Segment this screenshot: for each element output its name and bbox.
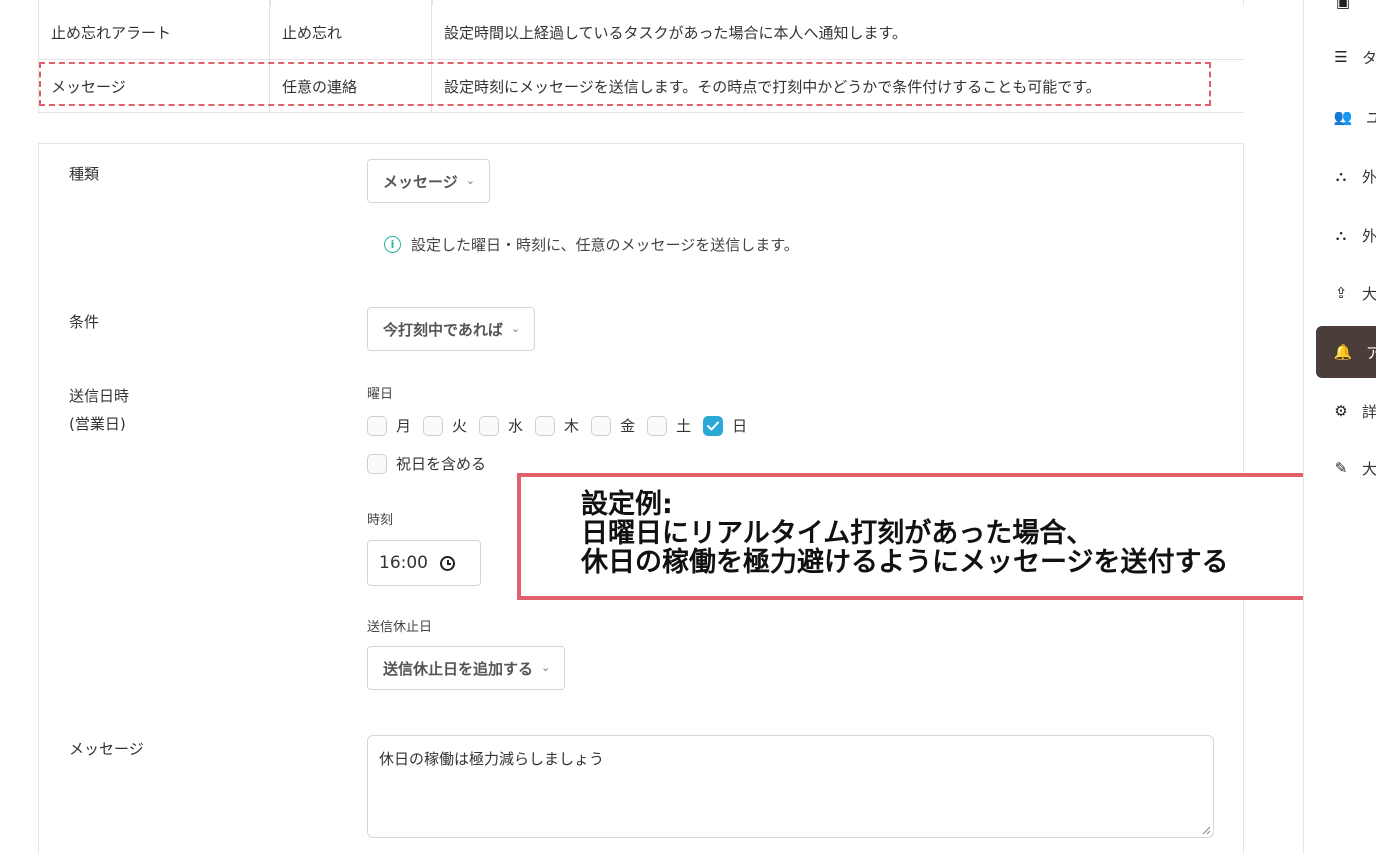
checkbox[interactable] xyxy=(535,415,556,436)
sidebar-item-external-1[interactable]: ⛬ 外 xyxy=(1316,156,1376,196)
send-datetime-label-line1: 送信日時 xyxy=(69,387,130,405)
sidebar-item-settings[interactable]: ⚙ 詳 xyxy=(1316,391,1376,431)
weekday-label-text: 金 xyxy=(620,417,636,435)
weekday-label-text: 火 xyxy=(452,417,468,435)
sidebar-item-alerts[interactable]: 🔔 ア xyxy=(1316,326,1376,378)
rule-type-cell: 止め忘れ xyxy=(270,0,432,59)
pause-days-label: 送信休止日 xyxy=(367,620,433,635)
sidebar-item-label: 大 xyxy=(1361,459,1376,478)
notification-rules-table: 止め忘れアラート 止め忘れ 設定時間以上経過しているタスクがあった場合に本人へ通… xyxy=(38,0,1244,113)
weekday-sun[interactable]: 日 xyxy=(703,415,747,436)
callout-line2: 日曜日にリアルタイム打刻があった場合、 xyxy=(581,518,1094,549)
org-icon: ⛬ xyxy=(1335,167,1347,185)
time-value: 16:00 xyxy=(379,553,428,573)
weekday-sat[interactable]: 土 xyxy=(647,415,691,436)
condition-label: 条件 xyxy=(69,313,100,331)
checkbox[interactable] xyxy=(647,415,668,436)
check-icon xyxy=(707,421,720,430)
include-holidays-label: 祝日を含める xyxy=(396,455,487,473)
weekday-label: 曜日 xyxy=(367,387,394,402)
message-label: メッセージ xyxy=(69,740,144,758)
clock-icon[interactable] xyxy=(440,555,455,571)
kind-select-value: メッセージ xyxy=(383,172,458,191)
checkbox[interactable] xyxy=(367,453,387,474)
kind-hint: i 設定した曜日・時刻に、任意のメッセージを送信します。 xyxy=(384,234,799,255)
sidebar-item-upload[interactable]: ⇪ 大 xyxy=(1316,273,1376,313)
sidebar-item-label: ユ xyxy=(1366,108,1376,127)
rule-name-cell: 止め忘れアラート xyxy=(38,0,270,59)
callout-line1: 設定例: xyxy=(581,489,673,520)
sidebar-item-label: タ xyxy=(1361,48,1376,67)
rule-type-cell: 任意の連絡 xyxy=(270,60,432,112)
checkbox[interactable] xyxy=(591,415,612,436)
weekday-fri[interactable]: 金 xyxy=(591,415,635,436)
rule-name-cell: メッセージ xyxy=(38,60,270,112)
table-row[interactable]: メッセージ 任意の連絡 設定時刻にメッセージを送信します。その時点で打刻中かどう… xyxy=(38,60,1244,113)
include-holidays-checkbox[interactable]: 祝日を含める xyxy=(367,453,486,474)
weekday-thu[interactable]: 木 xyxy=(535,415,579,436)
weekday-label-text: 日 xyxy=(732,417,748,435)
sidebar-item-label: 詳 xyxy=(1361,402,1376,421)
sidebar-item-external-2[interactable]: ⛬ 外 xyxy=(1316,215,1376,255)
kind-hint-text: 設定した曜日・時刻に、任意のメッセージを送信します。 xyxy=(411,236,799,254)
kind-label: 種類 xyxy=(69,165,100,183)
chevron-down-icon: ⌄ xyxy=(465,173,475,187)
users-icon: 👥 xyxy=(1333,108,1353,126)
kind-select[interactable]: メッセージ ⌄ xyxy=(367,159,490,203)
sidebar-item-edit[interactable]: ✎ 大 xyxy=(1316,448,1376,488)
sidebar-item-users[interactable]: 👥 ユ xyxy=(1316,97,1376,137)
send-datetime-label: 送信日時 (営業日) xyxy=(69,384,129,436)
chevron-down-icon: ⌄ xyxy=(510,321,521,335)
sidebar-item-label: 大 xyxy=(1361,284,1376,303)
condition-select-value: 今打刻中であれば xyxy=(383,320,503,339)
bell-icon: 🔔 xyxy=(1333,343,1353,361)
sidebar: ▣ ☰ タ 👥 ユ ⛬ 外 ⛬ 外 ⇪ 大 🔔 ア ⚙ 詳 ✎ 大 xyxy=(1303,0,1376,854)
checkbox[interactable] xyxy=(367,415,387,436)
sidebar-item-label: ア xyxy=(1366,343,1376,362)
send-datetime-label-line2: (営業日) xyxy=(69,415,126,433)
weekday-label-text: 木 xyxy=(564,417,580,435)
sidebar-item-label: 外 xyxy=(1361,226,1376,245)
checkbox[interactable] xyxy=(479,415,500,436)
list-icon: ☰ xyxy=(1334,48,1348,66)
add-pause-day-button[interactable]: 送信休止日を追加する ⌄ xyxy=(367,646,566,690)
condition-select[interactable]: 今打刻中であれば ⌄ xyxy=(367,307,536,351)
weekday-label-text: 土 xyxy=(676,417,692,435)
weekday-mon[interactable]: 月 xyxy=(367,415,411,436)
message-text: 休日の稼働は極力減らしましょう xyxy=(379,750,605,768)
weekday-label-text: 月 xyxy=(396,417,412,435)
add-pause-day-label: 送信休止日を追加する xyxy=(383,659,534,678)
rule-description-cell: 設定時間以上経過しているタスクがあった場合に本人へ通知します。 xyxy=(444,24,908,42)
info-icon: i xyxy=(384,236,401,253)
weekday-checkboxes: 月 火 水 木 金 土 日 xyxy=(367,415,759,436)
chevron-down-icon: ⌄ xyxy=(541,660,551,674)
time-label: 時刻 xyxy=(367,513,394,528)
example-callout: 設定例: 日曜日にリアルタイム打刻があった場合、 休日の稼働を極力避けるようにメ… xyxy=(517,473,1361,600)
checkbox-checked[interactable] xyxy=(703,415,724,436)
gear-icon: ⚙ xyxy=(1334,402,1348,420)
sidebar-item-tasks[interactable]: ☰ タ xyxy=(1316,37,1376,77)
pen-icon: ✎ xyxy=(1334,459,1348,477)
sidebar-item-calendar[interactable]: ▣ xyxy=(1316,0,1376,22)
weekday-label-text: 水 xyxy=(508,417,524,435)
callout-line3: 休日の稼働を極力避けるようにメッセージを送付する xyxy=(581,547,1229,578)
resize-grip-icon[interactable] xyxy=(1201,825,1211,835)
weekday-wed[interactable]: 水 xyxy=(479,415,523,436)
checkbox[interactable] xyxy=(423,415,444,436)
weekday-tue[interactable]: 火 xyxy=(423,415,467,436)
table-row[interactable]: 止め忘れアラート 止め忘れ 設定時間以上経過しているタスクがあった場合に本人へ通… xyxy=(38,0,1244,60)
calendar-icon: ▣ xyxy=(1335,0,1351,11)
upload-icon: ⇪ xyxy=(1334,284,1348,302)
sidebar-item-label: 外 xyxy=(1361,167,1376,186)
rule-description-cell: 設定時刻にメッセージを送信します。その時点で打刻中かどうかで条件付けすることも可… xyxy=(444,77,1101,96)
time-input[interactable]: 16:00 xyxy=(367,540,481,586)
message-textarea[interactable]: 休日の稼働は極力減らしましょう xyxy=(367,735,1214,838)
org-icon: ⛬ xyxy=(1335,226,1347,244)
